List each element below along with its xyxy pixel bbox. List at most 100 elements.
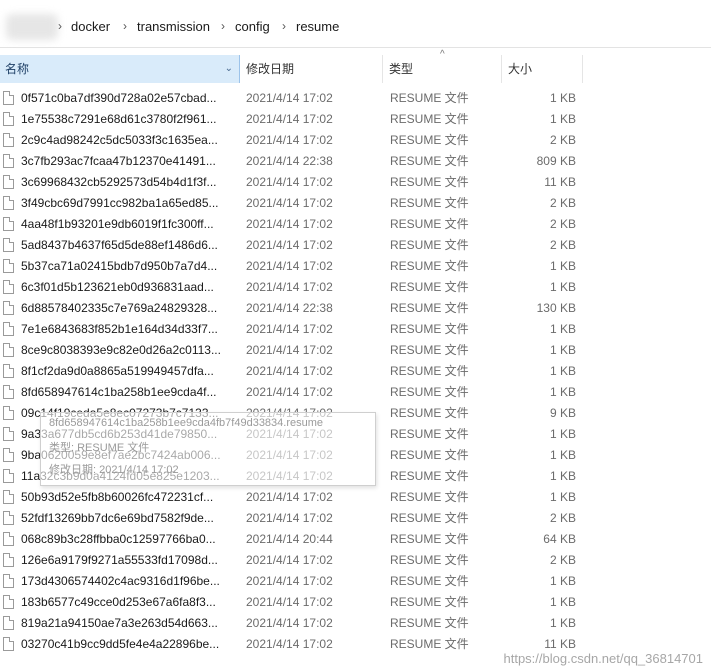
file-modified-date: 2021/4/14 17:02 bbox=[246, 112, 333, 126]
column-header-date[interactable]: 修改日期 bbox=[241, 55, 383, 83]
file-row[interactable]: 6c3f01d5b123621eb0d936831aad... 2021/4/14… bbox=[0, 277, 711, 298]
file-name[interactable]: 52fdf13269bb7dc6e69bd7582f9de... bbox=[21, 508, 236, 529]
breadcrumb-transmission[interactable]: transmission bbox=[137, 19, 210, 34]
file-row[interactable]: 3c7fb293ac7fcaa47b12370e41491... 2021/4/1… bbox=[0, 151, 711, 172]
file-name[interactable]: 8fd658947614c1ba258b1ee9cda4f... bbox=[21, 382, 236, 403]
file-modified-date: 2021/4/14 17:02 bbox=[246, 343, 333, 357]
file-type: RESUME 文件 bbox=[390, 175, 469, 189]
address-bar[interactable]: › docker › transmission › config › resum… bbox=[0, 8, 711, 48]
file-size: 1 KB bbox=[549, 364, 576, 378]
file-icon bbox=[3, 574, 14, 588]
tooltip-filename: 8fd658947614c1ba258b1ee9cda4fb7f49d33834… bbox=[49, 417, 324, 429]
file-row[interactable]: 173d4306574402c4ac9316d1f96be... 2021/4/1… bbox=[0, 571, 711, 592]
file-size: 130 KB bbox=[536, 301, 576, 315]
file-modified-date: 2021/4/14 22:38 bbox=[246, 301, 333, 315]
file-name[interactable]: 819a21a94150ae7a3e263d54d663... bbox=[21, 613, 236, 634]
chevron-right-icon[interactable]: › bbox=[282, 19, 286, 33]
file-size: 1 KB bbox=[549, 595, 576, 609]
file-row[interactable]: 819a21a94150ae7a3e263d54d663... 2021/4/14… bbox=[0, 613, 711, 634]
file-row[interactable]: 52fdf13269bb7dc6e69bd7582f9de... 2021/4/1… bbox=[0, 508, 711, 529]
file-icon bbox=[3, 322, 14, 336]
chevron-down-icon[interactable]: ⌄ bbox=[225, 55, 233, 83]
file-type: RESUME 文件 bbox=[390, 511, 469, 525]
file-icon bbox=[3, 133, 14, 147]
file-size: 1 KB bbox=[549, 91, 576, 105]
file-name[interactable]: 0f571c0ba7df390d728a02e57cbad... bbox=[21, 88, 236, 109]
file-row[interactable]: 183b6577c49cce0d253e67a6fa8f3... 2021/4/1… bbox=[0, 592, 711, 613]
file-modified-date: 2021/4/14 17:02 bbox=[246, 385, 333, 399]
file-name[interactable]: 6d88578402335c7e769a24829328... bbox=[21, 298, 236, 319]
tooltip-date: 修改日期: 2021/4/14 17:02 bbox=[49, 464, 179, 476]
file-type: RESUME 文件 bbox=[390, 259, 469, 273]
file-row[interactable]: 5ad8437b4637f65d5de88ef1486d6... 2021/4/1… bbox=[0, 235, 711, 256]
file-modified-date: 2021/4/14 17:02 bbox=[246, 322, 333, 336]
file-type: RESUME 文件 bbox=[390, 154, 469, 168]
file-type: RESUME 文件 bbox=[390, 217, 469, 231]
file-tooltip: 8fd658947614c1ba258b1ee9cda4fb7f49d33834… bbox=[40, 412, 376, 486]
file-name[interactable]: 3c7fb293ac7fcaa47b12370e41491... bbox=[21, 151, 236, 172]
file-icon bbox=[3, 553, 14, 567]
file-row[interactable]: 3c69968432cb5292573d54b4d1f3f... 2021/4/1… bbox=[0, 172, 711, 193]
file-modified-date: 2021/4/14 17:02 bbox=[246, 364, 333, 378]
column-header-type[interactable]: 类型 bbox=[384, 55, 502, 83]
file-row[interactable]: 126e6a9179f9271a55533fd17098d... 2021/4/1… bbox=[0, 550, 711, 571]
file-name[interactable]: 6c3f01d5b123621eb0d936831aad... bbox=[21, 277, 236, 298]
file-icon bbox=[3, 364, 14, 378]
file-row[interactable]: 8f1cf2da9d0a8865a519949457dfa... 2021/4/1… bbox=[0, 361, 711, 382]
file-row[interactable]: 8fd658947614c1ba258b1ee9cda4f... 2021/4/1… bbox=[0, 382, 711, 403]
file-type: RESUME 文件 bbox=[390, 406, 469, 420]
file-name[interactable]: 8f1cf2da9d0a8865a519949457dfa... bbox=[21, 361, 236, 382]
file-row[interactable]: 7e1e6843683f852b1e164d34d33f7... 2021/4/1… bbox=[0, 319, 711, 340]
file-row[interactable]: 8ce9c8038393e9c82e0d26a2c0113... 2021/4/1… bbox=[0, 340, 711, 361]
file-name[interactable]: 5b37ca71a02415bdb7d950b7a7d4... bbox=[21, 256, 236, 277]
column-header: 名称 ⌄ 修改日期 类型 大小 bbox=[0, 55, 711, 83]
breadcrumb-resume[interactable]: resume bbox=[296, 19, 339, 34]
file-type: RESUME 文件 bbox=[390, 238, 469, 252]
file-size: 11 KB bbox=[544, 175, 576, 189]
breadcrumb-docker[interactable]: docker bbox=[71, 19, 110, 34]
chevron-right-icon[interactable]: › bbox=[221, 19, 225, 33]
tooltip-type: 类型: RESUME 文件 bbox=[49, 442, 150, 454]
file-modified-date: 2021/4/14 17:02 bbox=[246, 91, 333, 105]
file-name[interactable]: 50b93d52e5fb8b60026fc472231cf... bbox=[21, 487, 236, 508]
file-icon bbox=[3, 469, 14, 483]
file-name[interactable]: 126e6a9179f9271a55533fd17098d... bbox=[21, 550, 236, 571]
file-size: 1 KB bbox=[549, 385, 576, 399]
file-name[interactable]: 1e75538c7291e68d61c3780f2f961... bbox=[21, 109, 236, 130]
file-type: RESUME 文件 bbox=[390, 637, 469, 651]
column-header-size[interactable]: 大小 bbox=[503, 55, 583, 83]
file-name[interactable]: 4aa48f1b93201e9db6019f1fc300ff... bbox=[21, 214, 236, 235]
file-row[interactable]: 6d88578402335c7e769a24829328... 2021/4/14… bbox=[0, 298, 711, 319]
blurred-location-icon bbox=[6, 14, 58, 40]
file-row[interactable]: 2c9c4ad98242c5dc5033f3c1635ea... 2021/4/1… bbox=[0, 130, 711, 151]
file-row[interactable]: 4aa48f1b93201e9db6019f1fc300ff... 2021/4/… bbox=[0, 214, 711, 235]
file-name[interactable]: 8ce9c8038393e9c82e0d26a2c0113... bbox=[21, 340, 236, 361]
file-row[interactable]: 1e75538c7291e68d61c3780f2f961... 2021/4/1… bbox=[0, 109, 711, 130]
chevron-right-icon[interactable]: › bbox=[123, 19, 127, 33]
file-name[interactable]: 2c9c4ad98242c5dc5033f3c1635ea... bbox=[21, 130, 236, 151]
file-row[interactable]: 50b93d52e5fb8b60026fc472231cf... 2021/4/1… bbox=[0, 487, 711, 508]
breadcrumb-config[interactable]: config bbox=[235, 19, 270, 34]
file-type: RESUME 文件 bbox=[390, 490, 469, 504]
file-row[interactable]: 068c89b3c28ffbba0c12597766ba0... 2021/4/1… bbox=[0, 529, 711, 550]
file-type: RESUME 文件 bbox=[390, 469, 469, 483]
file-name[interactable]: 068c89b3c28ffbba0c12597766ba0... bbox=[21, 529, 236, 550]
file-row[interactable]: 5b37ca71a02415bdb7d950b7a7d4... 2021/4/14… bbox=[0, 256, 711, 277]
file-size: 64 KB bbox=[543, 532, 576, 546]
file-modified-date: 2021/4/14 20:44 bbox=[246, 532, 333, 546]
file-row[interactable]: 3f49cbc69d7991cc982ba1a65ed85... 2021/4/1… bbox=[0, 193, 711, 214]
file-name[interactable]: 03270c41b9cc9dd5fe4e4a22896be... bbox=[21, 634, 236, 655]
chevron-right-icon[interactable]: › bbox=[58, 19, 62, 33]
column-header-name[interactable]: 名称 ⌄ bbox=[0, 55, 240, 83]
file-name[interactable]: 3c69968432cb5292573d54b4d1f3f... bbox=[21, 172, 236, 193]
file-name[interactable]: 183b6577c49cce0d253e67a6fa8f3... bbox=[21, 592, 236, 613]
file-row[interactable]: 0f571c0ba7df390d728a02e57cbad... 2021/4/1… bbox=[0, 88, 711, 109]
file-size: 1 KB bbox=[549, 490, 576, 504]
file-name[interactable]: 5ad8437b4637f65d5de88ef1486d6... bbox=[21, 235, 236, 256]
watermark: https://blog.csdn.net/qq_36814701 bbox=[503, 651, 704, 666]
file-size: 1 KB bbox=[549, 448, 576, 462]
file-name[interactable]: 7e1e6843683f852b1e164d34d33f7... bbox=[21, 319, 236, 340]
file-name[interactable]: 173d4306574402c4ac9316d1f96be... bbox=[21, 571, 236, 592]
file-modified-date: 2021/4/14 17:02 bbox=[246, 490, 333, 504]
file-name[interactable]: 3f49cbc69d7991cc982ba1a65ed85... bbox=[21, 193, 236, 214]
